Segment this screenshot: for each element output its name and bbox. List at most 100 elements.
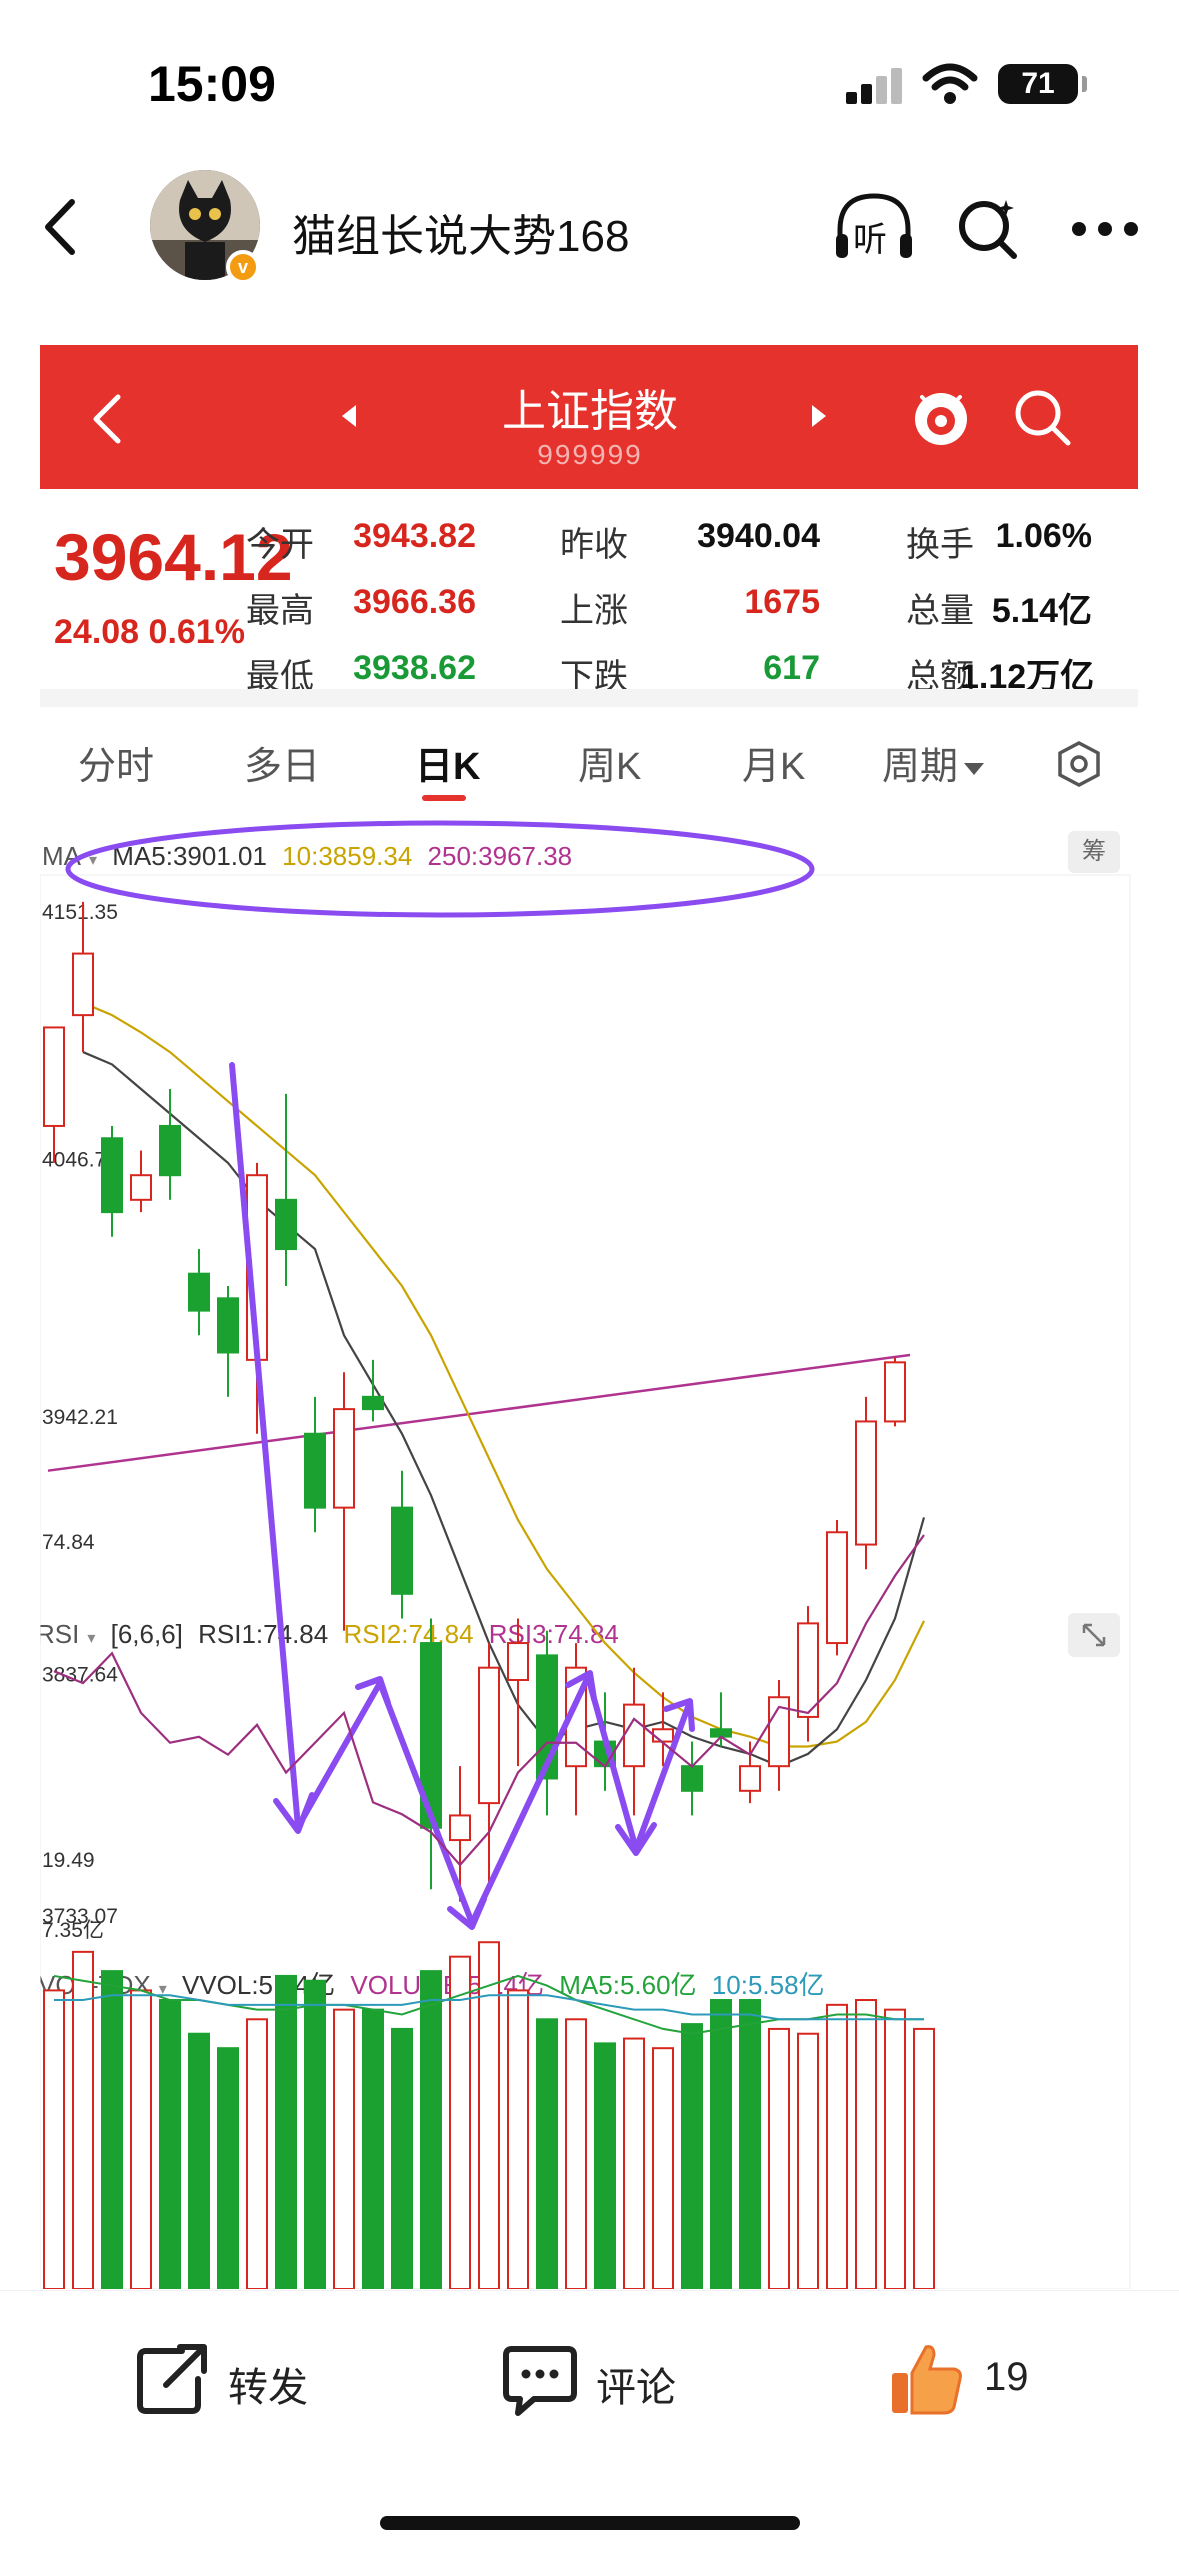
ma250-line [47, 1353, 911, 1472]
volume-bar [246, 2018, 268, 2289]
wifi-icon [922, 63, 978, 104]
volume-bar [420, 1970, 442, 2289]
tab-weekly-k[interactable]: 周K [578, 735, 641, 790]
search-icon[interactable] [952, 192, 1024, 264]
tab-period-label: 周期 [882, 746, 959, 788]
more-options-icon[interactable] [1066, 214, 1146, 244]
volume-bar [826, 2003, 848, 2289]
candle-body [652, 1728, 674, 1743]
quote-label: 今开 [246, 526, 314, 564]
candle-body [217, 1297, 239, 1354]
clipped-post-text [40, 274, 1140, 304]
volume-bar [159, 1999, 181, 2289]
comment-button[interactable]: 评论 [500, 2339, 700, 2419]
volume-bar [565, 2018, 587, 2289]
listen-label: 听 [853, 221, 887, 259]
robot-assistant-icon [915, 393, 967, 445]
kline-chart[interactable]: 4151.354046.783942.213837.643733.0774.84… [40, 815, 1138, 2289]
cellular-signal-icon [846, 68, 906, 104]
volume-bar [594, 2042, 616, 2289]
volume-bar [72, 1950, 94, 2289]
index-title: 上证指数 [502, 387, 678, 436]
candle-body [43, 1026, 65, 1127]
quote-value: 3966.36 [353, 583, 476, 621]
like-count: 19 [984, 2355, 1029, 2399]
battery-tip [1082, 76, 1087, 92]
quote-app-header: 上证指数 999999 [40, 345, 1138, 489]
volume-bar [681, 2023, 703, 2289]
volume-bar [652, 2047, 674, 2289]
status-time: 15:09 [148, 56, 276, 112]
annotation-ellipse [65, 820, 815, 918]
prev-index-arrow-icon [342, 405, 356, 427]
active-tab-indicator [422, 795, 466, 801]
like-button[interactable]: 19 [886, 2339, 1046, 2419]
volume-axis-label: 7.35亿 [42, 1919, 104, 1942]
status-bar: 15:09 71 [0, 0, 1179, 170]
volume-bar [43, 1989, 65, 2289]
top-nav: v 猫组长说大势168 听 [0, 170, 1179, 290]
candle-body [826, 1531, 848, 1645]
tab-multi-day[interactable]: 多日 [244, 735, 320, 790]
comment-icon [503, 2346, 577, 2416]
repost-button[interactable]: 转发 [132, 2339, 332, 2419]
quote-value: 617 [763, 649, 820, 687]
home-indicator [380, 2516, 800, 2530]
quote-value: 3938.62 [353, 649, 476, 687]
candle-body [507, 1642, 529, 1682]
volume-bar [217, 2047, 239, 2289]
volume-bar [362, 2008, 384, 2289]
tab-period[interactable]: 周期 [882, 735, 985, 790]
volume-bar [333, 2008, 355, 2289]
listen-button[interactable]: 听 [832, 190, 916, 266]
volume-bar [507, 1989, 529, 2289]
bottom-action-bar: 转发 评论 19 [0, 2290, 1179, 2470]
volume-bar [304, 1979, 326, 2289]
candle-body [855, 1420, 877, 1546]
candle-body [101, 1137, 123, 1214]
repost-label: 转发 [228, 2366, 308, 2410]
volume-bar [623, 2037, 645, 2289]
volume-bar [884, 2008, 906, 2289]
candle-body [739, 1765, 761, 1792]
post-image[interactable]: 上证指数 999999 3964.12 24.08 0.61% 今开 3943.8… [40, 345, 1138, 2289]
candle-body [681, 1765, 703, 1792]
volume-bar [449, 1955, 471, 2289]
volume-bar [130, 1989, 152, 2289]
price-axis-label: 4151.35 [42, 901, 118, 924]
candle-body [275, 1198, 297, 1251]
rsi-axis-label: 19.49 [42, 1849, 95, 1872]
volume-bar [710, 1999, 732, 2289]
tab-intraday[interactable]: 分时 [78, 735, 154, 790]
share-icon [137, 2344, 207, 2414]
candle-body [72, 952, 94, 1017]
candle-body [449, 1814, 471, 1842]
kline-tabs: 分时 多日 日K 周K 月K 周期 [40, 725, 1138, 805]
candle-body [333, 1408, 355, 1509]
candle-body [304, 1432, 326, 1509]
quote-label: 最高 [246, 592, 314, 630]
tab-monthly-k[interactable]: 月K [742, 735, 805, 790]
battery-indicator: 71 [998, 64, 1078, 104]
settings-hexagon-icon[interactable] [1054, 739, 1104, 789]
price-change: 24.08 0.61% [54, 613, 245, 651]
back-chevron-icon[interactable] [28, 192, 98, 262]
candle-body [884, 1361, 906, 1423]
quote-value: 3940.04 [697, 517, 820, 555]
comment-label: 评论 [596, 2366, 676, 2410]
volume-bar [797, 2032, 819, 2289]
next-index-arrow-icon [812, 405, 826, 427]
index-code: 999999 [537, 439, 643, 470]
quote-value: 3943.82 [353, 517, 476, 555]
quote-panel: 3964.12 24.08 0.61% 今开 3943.82 昨收 3940.04 换手… [40, 489, 1138, 696]
candle-body [130, 1174, 152, 1201]
quote-value: 1675 [744, 583, 820, 621]
tab-daily-k[interactable]: 日K [415, 735, 480, 790]
quote-value: 1.06% [995, 517, 1092, 555]
volume-bar [275, 1974, 297, 2289]
username[interactable]: 猫组长说大势168 [292, 200, 629, 264]
quote-label: 昨收 [560, 526, 628, 564]
rsi-axis-label: 74.84 [42, 1531, 95, 1554]
app-back-chevron-icon [93, 394, 121, 444]
candle-body [797, 1622, 819, 1718]
